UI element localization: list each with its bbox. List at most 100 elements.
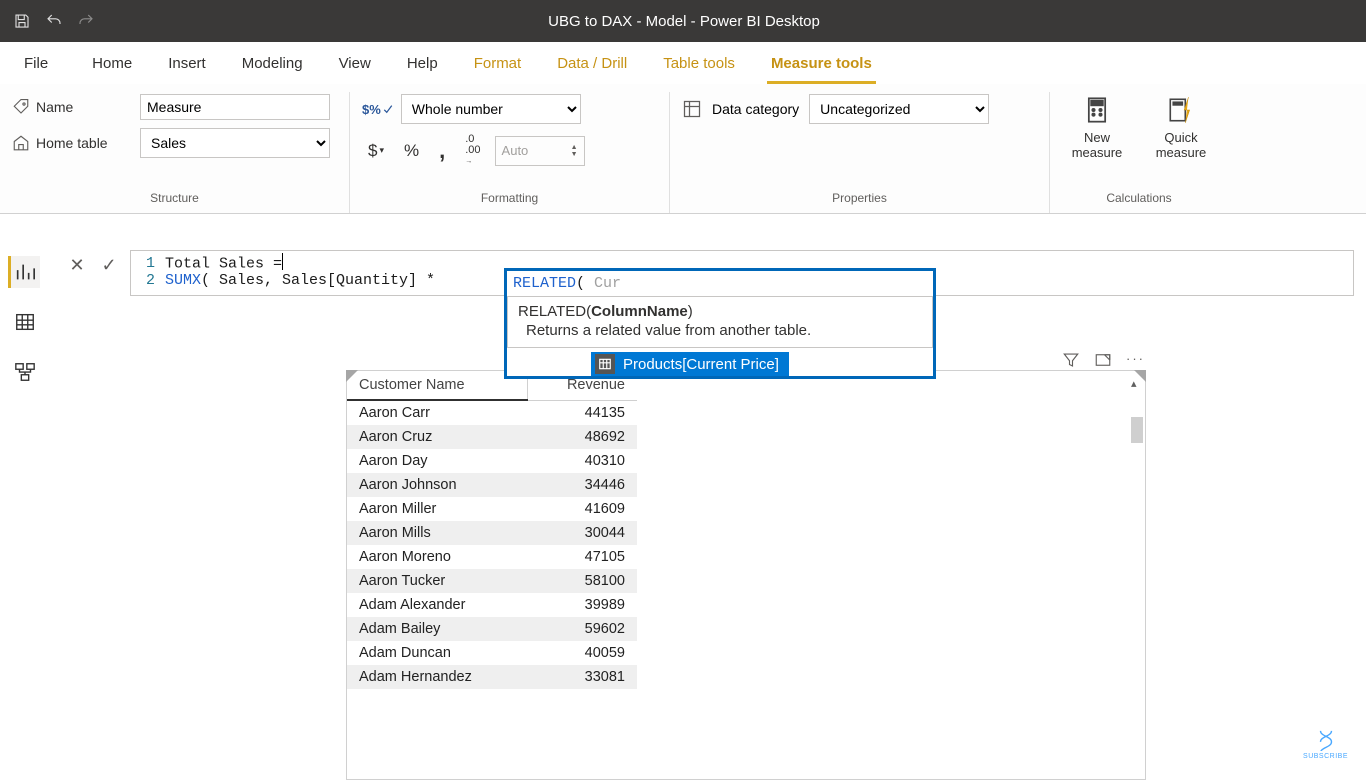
calculator-icon bbox=[1081, 94, 1113, 126]
cell-name: Adam Bailey bbox=[347, 617, 528, 641]
cell-name: Aaron Miller bbox=[347, 497, 528, 521]
cell-revenue: 33081 bbox=[528, 665, 637, 689]
data-table: Customer Name Revenue Aaron Carr44135Aar… bbox=[347, 371, 637, 689]
cell-revenue: 34446 bbox=[528, 473, 637, 497]
cell-name: Aaron Moreno bbox=[347, 545, 528, 569]
tab-file[interactable]: File bbox=[6, 42, 66, 84]
column-header-name[interactable]: Customer Name bbox=[347, 371, 528, 400]
cell-revenue: 30044 bbox=[528, 521, 637, 545]
decimals-input[interactable]: Auto ▲▼ bbox=[495, 136, 585, 166]
table-row[interactable]: Aaron Johnson34446 bbox=[347, 473, 637, 497]
table-row[interactable]: Aaron Mills30044 bbox=[347, 521, 637, 545]
home-table-select[interactable]: Sales bbox=[140, 128, 330, 158]
cancel-formula-button[interactable]: ✕ bbox=[62, 250, 92, 280]
data-category-icon bbox=[682, 99, 702, 119]
cell-revenue: 59602 bbox=[528, 617, 637, 641]
intellisense-tooltip: RELATED(ColumnName) Returns a related va… bbox=[507, 296, 933, 348]
tab-measure-tools[interactable]: Measure tools bbox=[753, 42, 890, 84]
cell-revenue: 48692 bbox=[528, 425, 637, 449]
tab-help[interactable]: Help bbox=[389, 42, 456, 84]
group-calculations: New measure Quick measure Calculations bbox=[1050, 92, 1228, 213]
model-view-button[interactable] bbox=[9, 356, 41, 388]
cell-revenue: 39989 bbox=[528, 593, 637, 617]
data-category-select[interactable]: Uncategorized bbox=[809, 94, 989, 124]
visual-header-toolbar: ··· bbox=[1062, 351, 1145, 372]
percent-button[interactable]: % bbox=[398, 138, 425, 164]
decimals-button[interactable]: .0.00→ bbox=[459, 132, 486, 169]
tab-insert[interactable]: Insert bbox=[150, 42, 224, 84]
ribbon-tabs: File Home Insert Modeling View Help Form… bbox=[0, 42, 1366, 84]
cell-name: Adam Alexander bbox=[347, 593, 528, 617]
chart-icon bbox=[14, 261, 36, 283]
format-icon: $% bbox=[362, 102, 393, 117]
table-row[interactable]: Adam Duncan40059 bbox=[347, 641, 637, 665]
cell-name: Aaron Day bbox=[347, 449, 528, 473]
table-row[interactable]: Adam Bailey59602 bbox=[347, 617, 637, 641]
cell-name: Aaron Mills bbox=[347, 521, 528, 545]
tab-format[interactable]: Format bbox=[456, 42, 540, 84]
column-icon bbox=[595, 354, 615, 374]
data-category-label: Data category bbox=[712, 101, 799, 117]
group-formatting: $% Whole number $▾ % , .0.00→ Auto ▲▼ Fo… bbox=[350, 92, 670, 213]
cell-name: Adam Duncan bbox=[347, 641, 528, 665]
tab-view[interactable]: View bbox=[321, 42, 389, 84]
group-structure: Name Home table Sales Structure bbox=[0, 92, 350, 213]
group-formatting-label: Formatting bbox=[362, 191, 657, 209]
currency-button[interactable]: $▾ bbox=[362, 138, 390, 164]
formula-fragment: RELATED( Cur bbox=[507, 271, 933, 296]
home-table-label: Home table bbox=[12, 134, 132, 152]
tab-data-drill[interactable]: Data / Drill bbox=[539, 42, 645, 84]
view-switcher bbox=[0, 246, 50, 388]
thousands-button[interactable]: , bbox=[433, 142, 451, 160]
model-icon bbox=[14, 361, 36, 383]
data-view-button[interactable] bbox=[9, 306, 41, 338]
scrollbar[interactable]: ▴ bbox=[1131, 377, 1143, 773]
undo-button[interactable] bbox=[40, 7, 68, 35]
save-button[interactable] bbox=[8, 7, 36, 35]
table-row[interactable]: Adam Alexander39989 bbox=[347, 593, 637, 617]
table-row[interactable]: Aaron Miller41609 bbox=[347, 497, 637, 521]
tab-modeling[interactable]: Modeling bbox=[224, 42, 321, 84]
table-row[interactable]: Aaron Cruz48692 bbox=[347, 425, 637, 449]
dna-icon bbox=[1315, 729, 1337, 751]
cell-revenue: 44135 bbox=[528, 400, 637, 425]
group-structure-label: Structure bbox=[12, 191, 337, 209]
group-calculations-label: Calculations bbox=[1062, 191, 1216, 209]
quick-measure-button[interactable]: Quick measure bbox=[1146, 94, 1216, 160]
commit-formula-button[interactable]: ✓ bbox=[94, 250, 124, 280]
cell-name: Adam Hernandez bbox=[347, 665, 528, 689]
table-row[interactable]: Adam Hernandez33081 bbox=[347, 665, 637, 689]
table-row[interactable]: Aaron Tucker58100 bbox=[347, 569, 637, 593]
new-measure-button[interactable]: New measure bbox=[1062, 94, 1132, 160]
cell-revenue: 47105 bbox=[528, 545, 637, 569]
scroll-thumb[interactable] bbox=[1131, 417, 1143, 443]
spinner-arrows[interactable]: ▲▼ bbox=[571, 144, 578, 158]
table-icon bbox=[14, 311, 36, 333]
report-view-button[interactable] bbox=[8, 256, 40, 288]
tab-table-tools[interactable]: Table tools bbox=[645, 42, 753, 84]
quick-access-toolbar bbox=[8, 7, 100, 35]
intellisense-popup: RELATED( Cur RELATED(ColumnName) Returns… bbox=[504, 268, 936, 379]
measure-name-input[interactable] bbox=[140, 94, 330, 120]
intellisense-signature: RELATED(ColumnName) bbox=[518, 303, 922, 320]
subscribe-watermark: SUBSCRIBE bbox=[1303, 729, 1348, 760]
intellisense-description: Returns a related value from another tab… bbox=[518, 322, 922, 339]
focus-mode-button[interactable] bbox=[1094, 351, 1112, 372]
format-select[interactable]: Whole number bbox=[401, 94, 581, 124]
cell-revenue: 41609 bbox=[528, 497, 637, 521]
group-properties: Data category Uncategorized Properties bbox=[670, 92, 1050, 213]
redo-button[interactable] bbox=[72, 7, 100, 35]
home-icon bbox=[12, 134, 30, 152]
cell-name: Aaron Johnson bbox=[347, 473, 528, 497]
tab-home[interactable]: Home bbox=[74, 42, 150, 84]
intellisense-suggestion[interactable]: Products[Current Price] bbox=[591, 352, 789, 376]
table-row[interactable]: Aaron Moreno47105 bbox=[347, 545, 637, 569]
more-options-button[interactable]: ··· bbox=[1126, 351, 1145, 372]
table-row[interactable]: Aaron Carr44135 bbox=[347, 400, 637, 425]
group-properties-label: Properties bbox=[682, 191, 1037, 209]
name-label: Name bbox=[12, 98, 132, 116]
scroll-up-arrow[interactable]: ▴ bbox=[1131, 377, 1137, 390]
table-visual[interactable]: ··· Customer Name Revenue Aaron Carr4413… bbox=[346, 370, 1146, 780]
filter-button[interactable] bbox=[1062, 351, 1080, 372]
table-row[interactable]: Aaron Day40310 bbox=[347, 449, 637, 473]
